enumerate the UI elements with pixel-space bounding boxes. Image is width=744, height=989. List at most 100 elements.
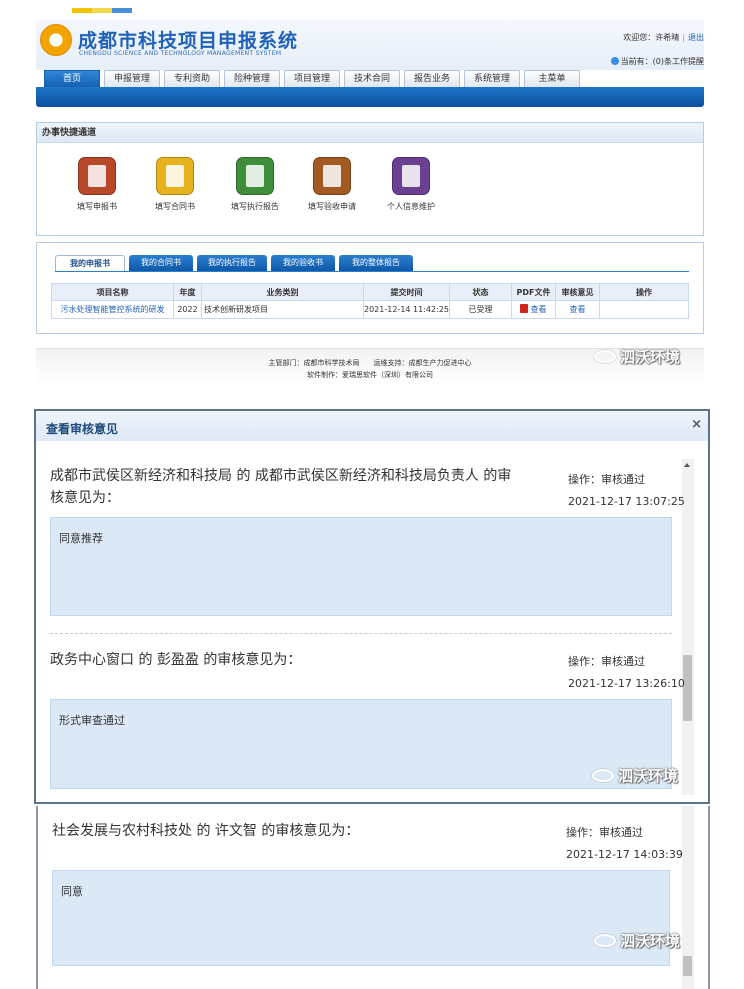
quick-item-contract[interactable]: 填写合同书 [135, 157, 215, 212]
site-header: 成都市科技项目申报系统 CHENGDU SCIENCE AND TECHNOLO… [36, 20, 704, 70]
nav-tab-report[interactable]: 报告业务 [404, 70, 460, 87]
scrollbar[interactable] [682, 459, 694, 795]
entry-3-action: 操作：审核通过 [566, 826, 643, 839]
quick-label: 填写申报书 [77, 202, 117, 211]
chengdu-logo-icon [40, 24, 72, 56]
applications-table: 项目名称 年度 业务类别 提交时间 状态 PDF文件 审核意见 操作 污水处理智… [51, 283, 690, 319]
main-nav: 首页 申报管理 专利资助 险种管理 项目管理 技术合同 报告业务 系统管理 主菜… [44, 70, 584, 87]
entry-1-title: 成都市武侯区新经济和科技局 的 成都市武侯区新经济和科技局负责人 的审 核意见为… [50, 465, 511, 509]
quick-label: 填写执行报告 [231, 202, 279, 211]
logout-link[interactable]: 退出 [688, 33, 704, 42]
col-header: PDF文件 [510, 283, 556, 301]
nav-tab-home[interactable]: 首页 [44, 70, 100, 87]
nav-tab-patent[interactable]: 专利资助 [164, 70, 220, 87]
pdf-icon [520, 304, 529, 313]
my-items-tabs: 我的申报书 我的合同书 我的执行报告 我的验收书 我的整体报告 [55, 255, 417, 271]
acceptance-icon [313, 157, 351, 195]
col-header: 业务类别 [201, 283, 364, 301]
nav-tab-contract[interactable]: 技术合同 [344, 70, 400, 87]
review-view-link[interactable]: 查看 [554, 300, 600, 319]
cell-submit-time: 2021-12-14 11:42:25 [363, 300, 450, 319]
nav-bar [36, 87, 704, 107]
col-header: 操作 [598, 283, 690, 301]
tab-my-exec-reports[interactable]: 我的执行报告 [197, 255, 267, 271]
entry-title-line: 成都市武侯区新经济和科技局 的 成都市武侯区新经济和科技局负责人 的审 [50, 468, 512, 484]
entry-2-title: 政务中心窗口 的 彭盈盈 的审核意见为： [50, 652, 302, 668]
pdf-view-link[interactable]: 查看 [510, 300, 556, 319]
watermark: 泗沃环境 [594, 930, 680, 951]
welcome-text: 欢迎您：许希晴 [623, 33, 680, 42]
col-header: 审核意见 [554, 283, 600, 301]
entry-3-time: 2021-12-17 14:03:39 [566, 848, 683, 861]
tab-my-overall-reports[interactable]: 我的整体报告 [339, 255, 413, 271]
write-report-icon [236, 157, 274, 195]
site-title: 成都市科技项目申报系统 [78, 30, 299, 52]
watermark-text: 泗沃环境 [618, 767, 679, 785]
col-header: 状态 [448, 283, 512, 301]
write-contract-icon [156, 157, 194, 195]
entry-1-opinion: 同意推荐 [50, 517, 672, 616]
tab-underline [55, 271, 689, 272]
nav-tab-main-menu[interactable]: 主菜单 [524, 70, 580, 87]
entry-1-time: 2021-12-17 13:07:25 [568, 495, 685, 508]
write-application-icon [78, 157, 116, 195]
quick-label: 个人信息维护 [387, 202, 435, 211]
wechat-icon [592, 769, 614, 782]
entry-2-time: 2021-12-17 13:26:10 [568, 677, 685, 690]
user-bar: 欢迎您：许希晴 | 退出 [623, 33, 704, 42]
my-items-panel: 我的申报书 我的合同书 我的执行报告 我的验收书 我的整体报告 项目名称 年度 … [36, 242, 704, 334]
top-color-bars [72, 8, 132, 13]
quick-item-acceptance[interactable]: 填写验收申请 [292, 157, 372, 212]
footer-line-2: 软件制作：爱瑞思软件（深圳）有限公司 [307, 371, 433, 379]
watermark: 泗沃环境 [594, 346, 680, 367]
table-header-row: 项目名称 年度 业务类别 提交时间 状态 PDF文件 审核意见 操作 [51, 283, 690, 301]
close-icon[interactable]: × [691, 417, 702, 432]
col-header: 年度 [173, 283, 202, 301]
nav-tab-system[interactable]: 系统管理 [464, 70, 520, 87]
entry-divider [50, 633, 672, 634]
info-icon [610, 57, 619, 65]
watermark-text: 泗沃环境 [620, 348, 681, 366]
quick-access-title: 办事快捷通道 [37, 123, 703, 143]
cell-status: 已受理 [448, 300, 512, 319]
entry-2-opinion: 形式审查通过 [50, 699, 672, 789]
reminder-text: 当前有：(0)条工作提醒 [620, 57, 704, 66]
nav-tab-project[interactable]: 项目管理 [284, 70, 340, 87]
cell-year: 2022 [173, 300, 202, 319]
nav-tab-insurance[interactable]: 险种管理 [224, 70, 280, 87]
entry-2-action: 操作：审核通过 [568, 655, 645, 668]
pdf-link-label: 查看 [530, 305, 547, 314]
quick-item-profile[interactable]: 个人信息维护 [371, 157, 451, 212]
watermark: 泗沃环境 [592, 765, 678, 786]
cell-category: 技术创新研发项目 [201, 300, 364, 319]
wechat-icon [594, 350, 616, 363]
dialog-title: 查看审核意见 [36, 411, 708, 441]
col-header: 项目名称 [51, 283, 174, 301]
scroll-up-arrow-icon[interactable] [684, 463, 690, 467]
quick-item-application[interactable]: 填写申报书 [57, 157, 137, 212]
project-name-link[interactable]: 污水处理智能管控系统的研发 [51, 300, 174, 319]
entry-3-opinion: 同意 [52, 870, 670, 966]
entry-1-action: 操作：审核通过 [568, 473, 645, 486]
reminder-notice[interactable]: 当前有：(0)条工作提醒 [610, 56, 704, 67]
entry-3-title: 社会发展与农村科技处 的 许文智 的审核意见为： [52, 823, 360, 839]
quick-label: 填写合同书 [155, 202, 195, 211]
quick-item-report[interactable]: 填写执行报告 [215, 157, 295, 212]
portal-screenshot: 成都市科技项目申报系统 CHENGDU SCIENCE AND TECHNOLO… [36, 20, 704, 385]
table-row: 污水处理智能管控系统的研发 2022 技术创新研发项目 2021-12-14 1… [51, 300, 690, 319]
review-dialog-continued: 社会发展与农村科技处 的 许文智 的审核意见为： 操作：审核通过 2021-12… [36, 806, 710, 989]
entry-title-line: 核意见为： [50, 490, 120, 506]
tab-my-contracts[interactable]: 我的合同书 [129, 255, 193, 271]
quick-label: 填写验收申请 [308, 202, 356, 211]
scrollbar-thumb[interactable] [683, 956, 692, 976]
site-subtitle: CHENGDU SCIENCE AND TECHNOLOGY MANAGEMEN… [79, 50, 282, 57]
nav-tab-application[interactable]: 申报管理 [104, 70, 160, 87]
quick-access-panel: 办事快捷通道 填写申报书 填写合同书 填写执行报告 填写验收申请 个人信息维护 [36, 122, 704, 236]
col-header: 提交时间 [363, 283, 450, 301]
cell-operation [598, 300, 690, 319]
tab-my-acceptance[interactable]: 我的验收书 [271, 255, 335, 271]
tab-my-applications[interactable]: 我的申报书 [55, 255, 125, 271]
watermark-text: 泗沃环境 [620, 932, 681, 950]
profile-icon [392, 157, 430, 195]
review-opinions-dialog: 查看审核意见 × 成都市武侯区新经济和科技局 的 成都市武侯区新经济和科技局负责… [34, 409, 710, 804]
